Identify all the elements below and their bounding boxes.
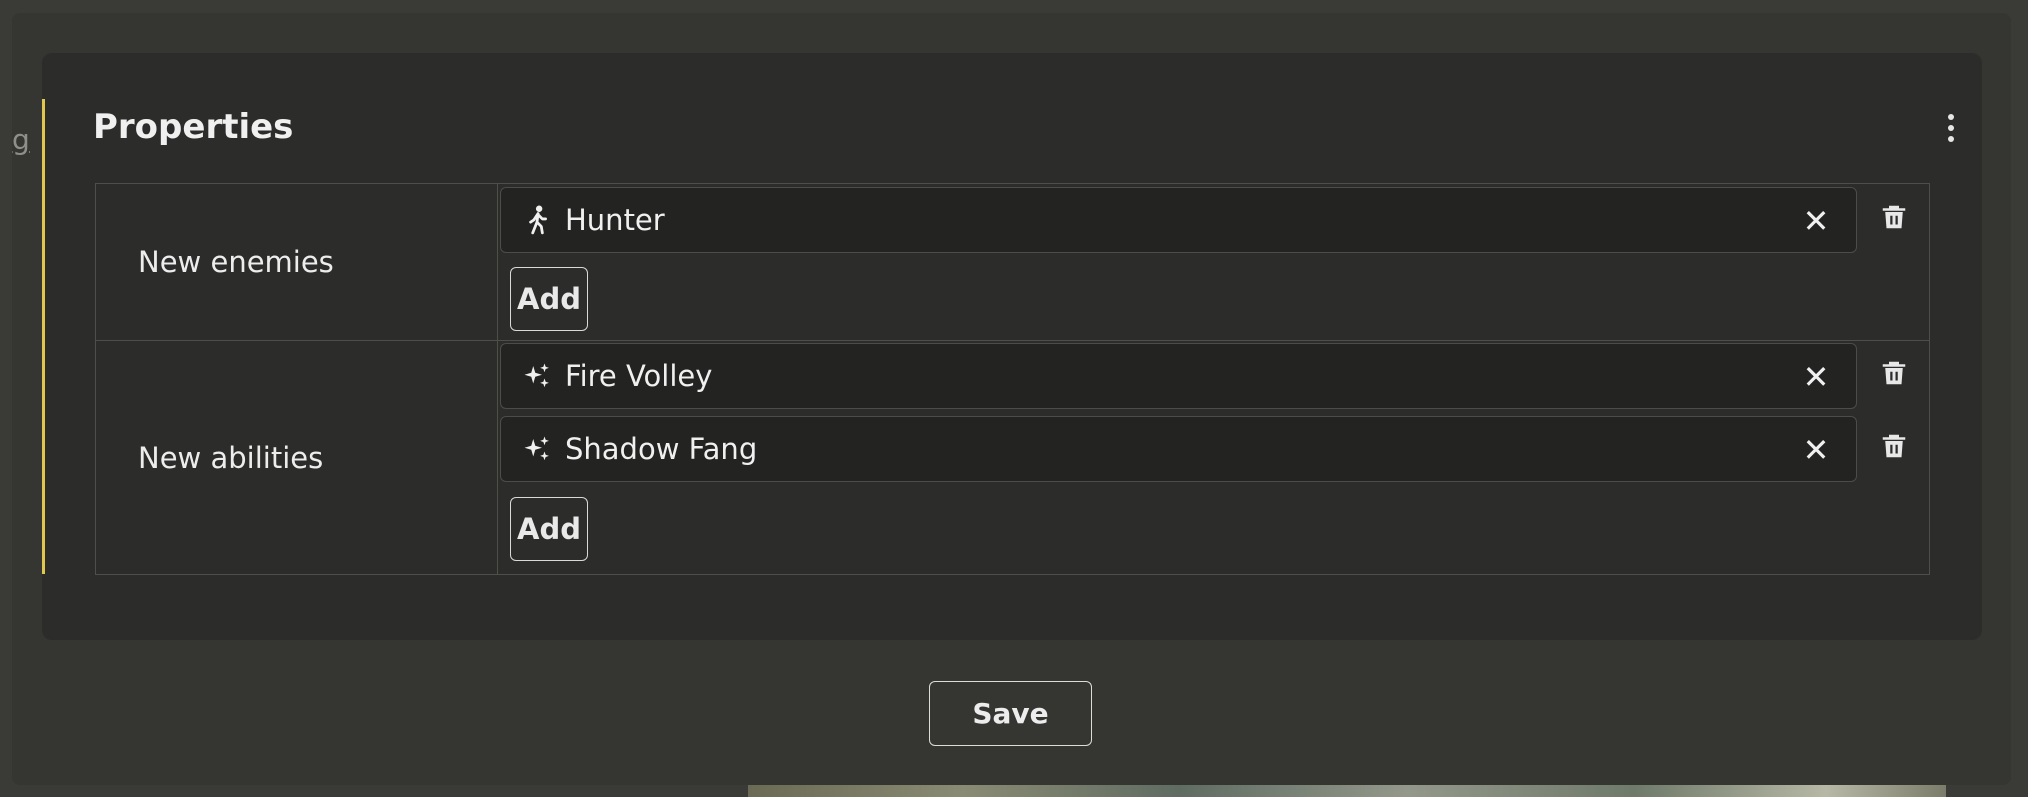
- property-value-chip[interactable]: Fire Volley ✕: [500, 343, 1857, 409]
- sparkle-icon: [521, 360, 553, 392]
- remove-item-icon[interactable]: ✕: [1798, 432, 1834, 468]
- chip-label: Hunter: [565, 203, 665, 237]
- property-value-chip[interactable]: Hunter ✕: [500, 187, 1857, 253]
- remove-item-icon[interactable]: ✕: [1798, 359, 1834, 395]
- property-row-new-abilities: New abilities Fire Volley ✕ Shadow Fang …: [96, 341, 1929, 574]
- chip-label: Fire Volley: [565, 359, 713, 393]
- trash-icon[interactable]: [1879, 202, 1909, 232]
- add-ability-button[interactable]: Add: [510, 497, 588, 561]
- background-partial-text: g: [12, 123, 30, 156]
- trash-icon[interactable]: [1879, 358, 1909, 388]
- add-enemy-button[interactable]: Add: [510, 267, 588, 331]
- walking-person-icon: [521, 204, 553, 236]
- property-value-chip[interactable]: Shadow Fang ✕: [500, 416, 1857, 482]
- property-row-new-enemies: New enemies Hunter ✕ Add: [96, 184, 1929, 341]
- trash-icon[interactable]: [1879, 431, 1909, 461]
- chip-label: Shadow Fang: [565, 432, 758, 466]
- property-label: New enemies: [96, 184, 498, 340]
- property-label: New abilities: [96, 341, 498, 574]
- save-button[interactable]: Save: [929, 681, 1092, 746]
- kebab-menu-icon[interactable]: [1945, 114, 1957, 142]
- remove-item-icon[interactable]: ✕: [1798, 203, 1834, 239]
- panel-title: Properties: [93, 107, 294, 147]
- sparkle-icon: [521, 433, 553, 465]
- properties-table: New enemies Hunter ✕ Add New abilities F…: [95, 183, 1930, 575]
- panel-accent-bar: [42, 99, 45, 574]
